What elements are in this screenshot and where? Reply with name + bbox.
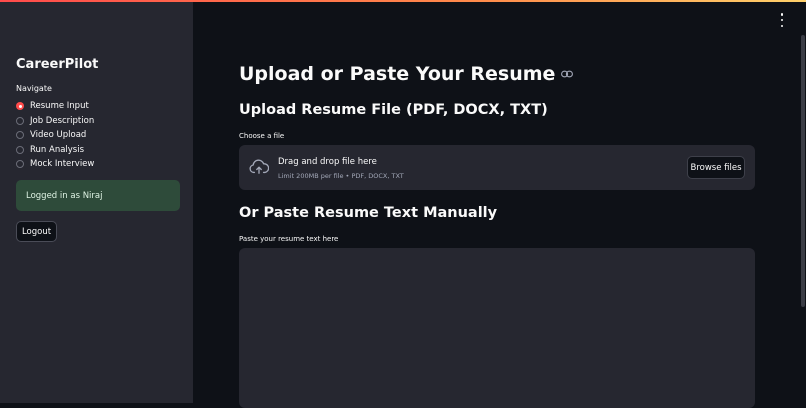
- radio-icon[interactable]: [16, 145, 24, 154]
- browse-files-button[interactable]: Browse files: [687, 156, 745, 179]
- radio-icon[interactable]: [16, 160, 24, 169]
- file-uploader-label: Choose a file: [239, 132, 285, 140]
- nav-option-job-description[interactable]: Job Description: [16, 114, 94, 129]
- nav-radio-group: Resume Input Job Description Video Uploa…: [16, 99, 94, 172]
- scrollbar[interactable]: [801, 35, 805, 307]
- logout-button[interactable]: Logout: [16, 221, 57, 242]
- dropzone-title: Drag and drop file here: [278, 157, 377, 167]
- paste-section-heading: Or Paste Resume Text Manually: [239, 205, 498, 221]
- login-status-text: Logged in as Niraj: [26, 190, 103, 201]
- app-title: CareerPilot: [16, 57, 99, 72]
- radio-icon[interactable]: [16, 131, 24, 140]
- sidebar: CareerPilot Navigate Resume Input Job De…: [0, 0, 193, 403]
- file-dropzone[interactable]: Drag and drop file here Limit 200MB per …: [239, 145, 755, 190]
- page-title-text: Upload or Paste Your Resume: [239, 63, 556, 85]
- radio-selected-icon[interactable]: [16, 102, 24, 111]
- top-decoration-bar: [0, 0, 806, 2]
- nav-option-label: Job Description: [30, 115, 95, 126]
- resume-text-label: Paste your resume text here: [239, 235, 339, 243]
- upload-section-heading: Upload Resume File (PDF, DOCX, TXT): [239, 102, 548, 118]
- nav-option-label: Run Analysis: [30, 144, 85, 155]
- nav-option-video-upload[interactable]: Video Upload: [16, 128, 94, 143]
- cloud-upload-icon: [249, 159, 269, 174]
- nav-option-mock-interview[interactable]: Mock Interview: [16, 157, 94, 172]
- nav-option-resume-input[interactable]: Resume Input: [16, 99, 94, 114]
- login-status-alert: Logged in as Niraj: [16, 180, 180, 211]
- nav-option-label: Mock Interview: [30, 159, 95, 170]
- link-icon[interactable]: [561, 70, 574, 78]
- resume-text-area[interactable]: [239, 248, 755, 408]
- nav-label: Navigate: [16, 84, 52, 93]
- page-title: Upload or Paste Your Resume: [239, 63, 574, 85]
- dropzone-limit-text: Limit 200MB per file • PDF, DOCX, TXT: [278, 172, 404, 180]
- nav-option-label: Resume Input: [30, 101, 89, 112]
- nav-option-label: Video Upload: [30, 130, 87, 141]
- radio-icon[interactable]: [16, 116, 24, 125]
- nav-option-run-analysis[interactable]: Run Analysis: [16, 143, 94, 158]
- vertical-ellipsis-icon[interactable]: [778, 13, 786, 27]
